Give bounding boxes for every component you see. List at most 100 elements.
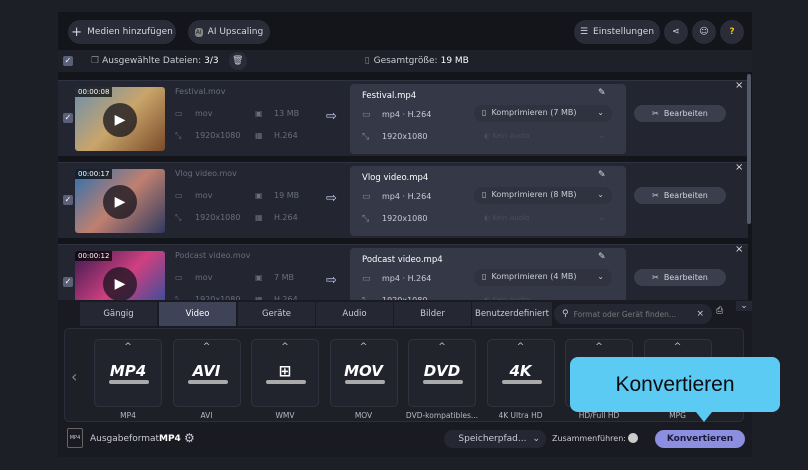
close-icon[interactable]: × (735, 162, 743, 173)
source-codec: H.264 (274, 213, 298, 222)
resize-icon: ⤡ (175, 131, 182, 140)
audio-dropdown[interactable]: ◐ Kein Audio (484, 132, 529, 140)
chevron-up-icon[interactable]: ^ (488, 342, 554, 352)
chevron-down-icon: ⌄ (597, 108, 604, 117)
compress-dropdown[interactable]: ▯ Komprimieren (4 MB) ⌄ (474, 269, 612, 286)
convert-tooltip: Konvertieren (570, 357, 780, 422)
edit-label: Bearbeiten (663, 273, 708, 282)
format-label: AVI (200, 411, 213, 420)
convert-button[interactable]: Konvertieren (655, 430, 745, 448)
tab-0[interactable]: Gängig (80, 302, 157, 326)
tab-1[interactable]: Video (159, 302, 236, 326)
select-all-checkbox[interactable]: ✓ (63, 56, 73, 66)
compress-dropdown[interactable]: ▯ Komprimieren (8 MB) ⌄ (474, 187, 612, 204)
chevron-left-icon[interactable]: ‹ (71, 367, 77, 386)
pencil-icon[interactable]: ✎ (598, 252, 606, 262)
share-button[interactable]: ⋖ (664, 20, 688, 44)
resize-icon: ⤡ (362, 214, 370, 224)
duration: 00:00:08 (75, 87, 113, 97)
help-button[interactable]: ? (720, 20, 744, 44)
save-path-dropdown[interactable]: Speicherpfad... ⌄ (444, 430, 546, 448)
search-input[interactable]: Format oder Gerät finden... (574, 310, 692, 319)
merge-toggle[interactable] (628, 433, 638, 443)
selection-bar: ✓ ❐ Ausgewählte Dateien: 3/3 🗑 ▯ Gesamtg… (58, 50, 752, 72)
format-tile[interactable]: ^ AVI (172, 339, 241, 407)
collapse-icon[interactable]: ⌄ (736, 301, 752, 311)
play-icon[interactable]: ▶ (103, 103, 137, 137)
source-name: Festival.mov (175, 87, 226, 96)
video-thumbnail[interactable]: 00:00:17 ▶ (75, 169, 165, 233)
video-thumbnail[interactable]: 00:00:08 ▶ (75, 87, 165, 151)
format-tile[interactable]: ^ ⊞ (251, 339, 319, 407)
scrollbar[interactable] (747, 74, 751, 224)
chevron-up-icon[interactable]: ^ (645, 342, 711, 352)
duration: 00:00:12 (75, 251, 113, 261)
device-detect-icon[interactable]: ⎙ (716, 306, 723, 316)
edit-button[interactable]: ✂ Bearbeiten (634, 187, 726, 204)
format-logo: DVD (423, 362, 461, 380)
format-tile[interactable]: ^ MOV (329, 339, 398, 407)
format-logo: ⊞ (278, 362, 292, 380)
delete-icon[interactable]: 🗑 (228, 52, 247, 70)
format-search[interactable]: ⚲ Format oder Gerät finden... × (554, 304, 712, 324)
file-row: ✓ 00:00:17 ▶ Vlog video.mov ▭ mov ▣ 19 MB ⤡… (58, 162, 748, 238)
close-icon[interactable]: × (735, 244, 743, 255)
compress-icon: ▯ (482, 272, 487, 281)
add-media-button[interactable]: + Medien hinzufügen (68, 20, 176, 44)
play-icon[interactable]: ▶ (103, 267, 137, 301)
tab-4[interactable]: Bilder (394, 302, 471, 326)
chevron-up-icon[interactable]: ^ (409, 342, 475, 352)
format-logo: MP4 (109, 362, 147, 380)
video-badge (423, 380, 463, 384)
chevron-up-icon[interactable]: ^ (95, 342, 161, 352)
file-checkbox[interactable]: ✓ (63, 195, 73, 205)
audio-dropdown[interactable]: ◐ Kein Audio (484, 214, 529, 222)
format-tile[interactable]: ^ DVD (408, 339, 476, 407)
tab-5[interactable]: Benutzerdefiniert (472, 302, 552, 326)
format-label: 4K Ultra HD (498, 411, 543, 420)
format-tile[interactable]: ^ 4K (486, 339, 555, 407)
output-resolution: 1920x1080 (382, 214, 428, 223)
file-checkbox[interactable]: ✓ (63, 277, 73, 287)
user-icon: ☺ (699, 27, 709, 37)
chevron-up-icon[interactable]: ^ (174, 342, 240, 352)
tab-2[interactable]: Geräte (238, 302, 315, 326)
close-icon[interactable]: × (735, 80, 743, 91)
ai-upscaling-button[interactable]: AI AI Upscaling (188, 20, 270, 44)
chevron-up-icon[interactable]: ^ (252, 342, 318, 352)
pencil-icon[interactable]: ✎ (598, 88, 606, 98)
edit-label: Bearbeiten (663, 191, 708, 200)
output-format-value[interactable]: MP4 (159, 434, 181, 444)
compress-dropdown[interactable]: ▯ Komprimieren (7 MB) ⌄ (474, 105, 612, 122)
settings-button[interactable]: ☰ Einstellungen (574, 20, 660, 44)
gear-icon[interactable]: ⚙ (184, 431, 195, 445)
share-icon: ⋖ (672, 27, 680, 37)
resize-icon: ⤡ (362, 132, 370, 142)
pencil-icon[interactable]: ✎ (598, 170, 606, 180)
output-format: mp4 · H.264 (382, 274, 432, 283)
format-icon: ▭ (362, 192, 371, 202)
play-icon[interactable]: ▶ (103, 185, 137, 219)
search-icon: ⚲ (562, 309, 569, 319)
tab-3[interactable]: Audio (316, 302, 393, 326)
output-name[interactable]: Festival.mp4 (362, 91, 416, 101)
edit-button[interactable]: ✂ Bearbeiten (634, 105, 726, 122)
edit-button[interactable]: ✂ Bearbeiten (634, 269, 726, 286)
save-icon: ▣ (255, 109, 263, 118)
settings-label: Einstellungen (593, 27, 655, 37)
format-label: HD/Full HD (578, 411, 620, 420)
resize-icon: ⤡ (175, 213, 182, 222)
format-icon: ▭ (175, 273, 183, 282)
file-checkbox[interactable]: ✓ (63, 113, 73, 123)
output-name[interactable]: Vlog video.mp4 (362, 173, 428, 183)
edit-label: Bearbeiten (663, 109, 708, 118)
format-tile[interactable]: ^ MP4 (94, 339, 162, 407)
chevron-up-icon[interactable]: ^ (566, 342, 632, 352)
scissors-icon: ✂ (652, 109, 659, 118)
format-label: MP4 (120, 411, 136, 420)
chevron-up-icon[interactable]: ^ (331, 342, 397, 352)
clear-icon[interactable]: × (696, 309, 704, 319)
account-button[interactable]: ☺ (692, 20, 716, 44)
output-info: Vlog video.mp4 ✎ ▭ mp4 · H.264 ▯ Komprimi… (350, 166, 626, 236)
output-name[interactable]: Podcast video.mp4 (362, 255, 443, 265)
